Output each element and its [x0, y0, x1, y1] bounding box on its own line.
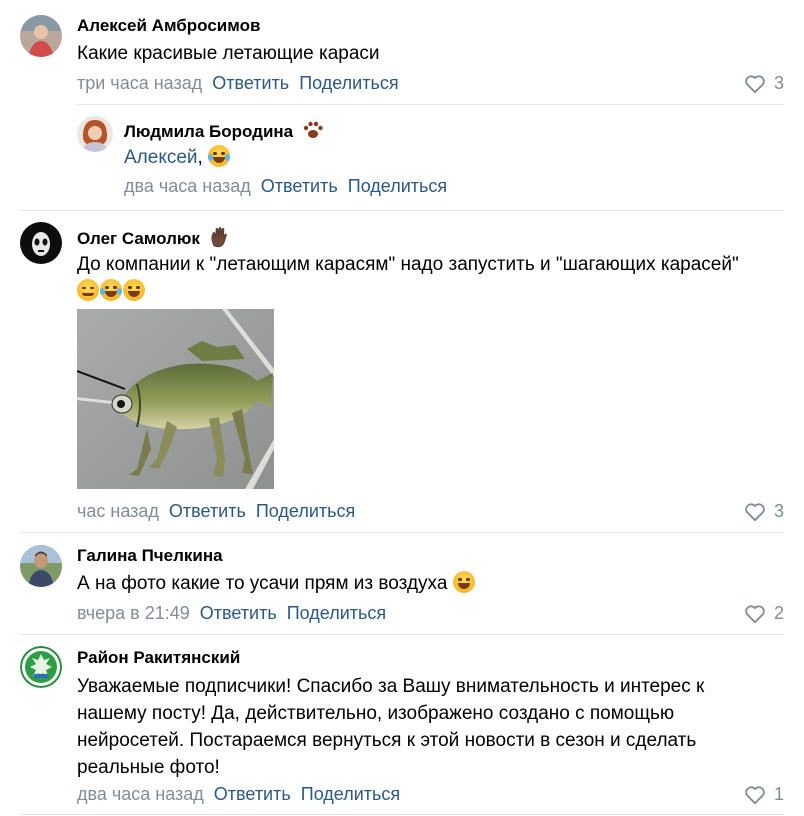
comment-meta: два часа назад Ответить Поделиться	[77, 784, 400, 805]
comment-meta: три часа назад Ответить Поделиться	[77, 73, 399, 94]
share-link[interactable]: Поделиться	[348, 176, 447, 196]
like-button[interactable]: 3	[744, 73, 784, 94]
relieved-emoji	[77, 279, 99, 301]
divider	[20, 210, 784, 211]
comment-text: А на фото какие то усачи прям из воздуха	[77, 570, 476, 597]
mention-link[interactable]: Алексей	[124, 147, 198, 168]
comment-time: два часа назад	[77, 784, 204, 804]
grinning-emoji	[452, 571, 475, 593]
divider	[20, 532, 784, 533]
author-name[interactable]: Алексей Амбросимов	[77, 16, 260, 36]
comment-text-line: реальные фото!	[77, 757, 220, 778]
mention-separator: ,	[197, 147, 203, 168]
comment-text-body: До компании к "летающим карасям" надо за…	[77, 254, 739, 275]
avatar[interactable]	[20, 15, 62, 57]
comment-text-line: нейросетей. Постараемся вернуться к этой…	[77, 730, 697, 751]
like-button[interactable]: 3	[744, 501, 784, 522]
avatar[interactable]	[20, 545, 62, 587]
heart-icon	[745, 502, 765, 521]
reply-link[interactable]: Ответить	[261, 176, 338, 196]
comment-text: Какие красивые летающие караси	[77, 43, 380, 64]
divider	[77, 104, 784, 105]
comment-meta: два часа назад Ответить Поделиться	[124, 176, 447, 197]
author-name[interactable]: Район Ракитянский	[77, 648, 240, 668]
share-link[interactable]: Поделиться	[299, 73, 398, 93]
avatar[interactable]	[77, 116, 113, 152]
heart-icon	[745, 74, 765, 93]
share-link[interactable]: Поделиться	[287, 603, 386, 623]
avatar[interactable]	[20, 222, 62, 264]
comment-text-body: А на фото какие то усачи прям из воздуха	[77, 573, 448, 594]
author-name[interactable]: Галина Пчелкина	[77, 546, 223, 566]
avatar[interactable]	[20, 646, 62, 688]
like-count: 3	[773, 501, 784, 521]
like-count: 1	[773, 784, 784, 804]
comment-meta: час назад Ответить Поделиться	[77, 501, 355, 522]
like-button[interactable]: 1	[744, 784, 784, 805]
share-link[interactable]: Поделиться	[301, 784, 400, 804]
comment-time: вчера в 21:49	[77, 603, 190, 623]
comment-text-line: нашему посту! Да, действительно, изображ…	[77, 703, 675, 724]
author-name[interactable]: Людмила Бородина	[124, 120, 324, 142]
divider	[20, 814, 784, 815]
comment-text-line: Уважаемые подписчики! Спасибо за Вашу вн…	[77, 676, 705, 697]
comment-time: два часа назад	[124, 176, 251, 196]
laughing-emoji	[208, 145, 231, 167]
comment-text: Алексей,	[124, 144, 231, 171]
reply-link[interactable]: Ответить	[169, 501, 246, 521]
like-button[interactable]: 2	[744, 603, 784, 624]
heart-icon	[745, 785, 765, 804]
laughing-emoji	[100, 279, 122, 301]
grinning-emoji	[123, 279, 145, 301]
reply-link[interactable]: Ответить	[214, 784, 291, 804]
comment-time: час назад	[77, 501, 159, 521]
author-name-text: Людмила Бородина	[124, 122, 294, 141]
comment-text: Уважаемые подписчики! Спасибо за Вашу вн…	[77, 673, 777, 781]
share-link[interactable]: Поделиться	[256, 501, 355, 521]
heart-icon	[745, 604, 765, 623]
reply-link[interactable]: Ответить	[200, 603, 277, 623]
hand-icon	[211, 226, 227, 248]
paw-icon	[303, 121, 323, 138]
attached-photo[interactable]	[77, 309, 274, 489]
reply-link[interactable]: Ответить	[212, 73, 289, 93]
divider	[20, 634, 784, 635]
comment-text: До компании к "летающим карасям" надо за…	[77, 251, 787, 305]
comment-time: три часа назад	[77, 73, 203, 93]
comment-meta: вчера в 21:49 Ответить Поделиться	[77, 603, 386, 624]
author-name[interactable]: Олег Самолюк	[77, 226, 229, 249]
author-name-text: Олег Самолюк	[77, 229, 200, 248]
like-count: 2	[773, 603, 784, 623]
like-count: 3	[773, 73, 784, 93]
